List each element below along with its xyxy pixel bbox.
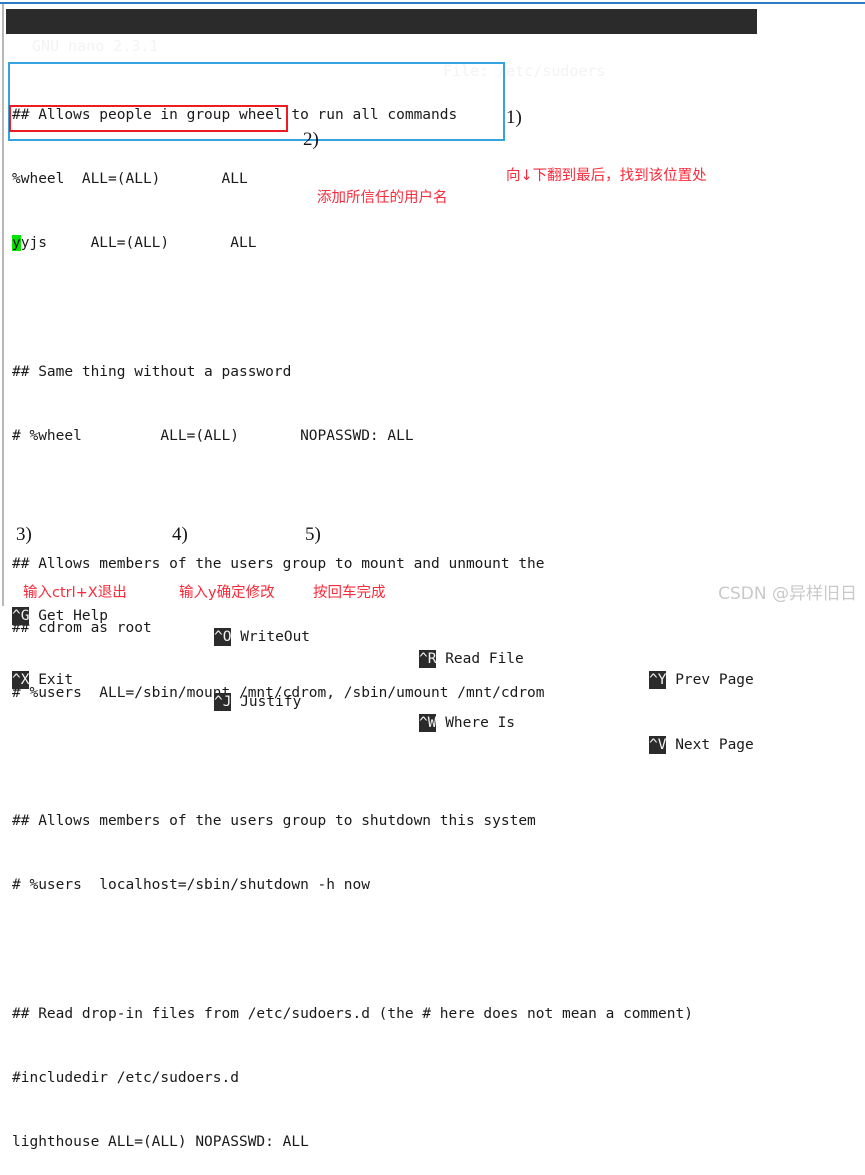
annotation-1-number: 1) [506, 107, 522, 128]
shortcut-writeout[interactable]: ^O WriteOut [214, 627, 310, 649]
nano-help-bar: ^G Get Help ^O WriteOut ^R Read File ^Y … [12, 541, 852, 754]
shortcut-label: Get Help [29, 607, 109, 624]
window-top-rule [0, 2, 865, 4]
shortcut-key: ^G [12, 606, 30, 625]
editor-line: ## Read drop-in files from /etc/sudoers.… [12, 1005, 693, 1022]
shortcut-label: Next Page [666, 736, 754, 753]
shortcut-next-page[interactable]: ^V Next Page [649, 735, 754, 757]
shortcut-label: Where Is [436, 715, 516, 731]
help-bar-row-2: ^X Exit ^J Justify ^W Where Is ^V Next P… [12, 649, 852, 754]
nano-version-label: GNU nano 2.3.1 [32, 37, 159, 55]
shortcut-get-help[interactable]: ^G Get Help [12, 606, 108, 628]
shortcut-label: Exit [29, 672, 74, 688]
editor-line: ## Same thing without a password [12, 363, 292, 380]
shortcut-exit[interactable]: ^X Exit [12, 670, 73, 692]
annotation-2: 2) 添加所信任的用户名 [303, 92, 448, 227]
shortcut-key: ^Y [649, 671, 667, 689]
shortcut-label: WriteOut [231, 629, 311, 645]
shortcut-label: Prev Page [666, 672, 754, 688]
editor-line: #includedir /etc/sudoers.d [12, 1069, 239, 1086]
shortcut-key: ^X [12, 671, 30, 689]
window-left-rule [2, 4, 4, 606]
nano-title-bar: GNU nano 2.3.1 File: /etc/sudoers [6, 9, 757, 80]
annotation-2-number: 2) [303, 129, 319, 150]
shortcut-key: ^J [214, 692, 232, 711]
annotation-1-text: 向↓下翻到最后，找到该位置处 [506, 168, 707, 184]
editor-line: ## Allows members of the users group to … [12, 813, 536, 830]
editor-line: lighthouse ALL=(ALL) NOPASSWD: ALL [12, 1134, 309, 1151]
shortcut-key: ^O [214, 628, 232, 646]
shortcut-prev-page[interactable]: ^Y Prev Page [649, 670, 754, 692]
annotation-2-text: 添加所信任的用户名 [317, 190, 448, 206]
editor-line: # %users localhost=/sbin/shutdown -h now [12, 877, 370, 894]
shortcut-where-is[interactable]: ^W Where Is [419, 713, 515, 735]
shortcut-label: Justify [231, 693, 302, 710]
shortcut-key: ^V [649, 735, 667, 754]
shortcut-justify[interactable]: ^J Justify [214, 692, 301, 714]
editor-line-cursor: yyjs ALL=(ALL) ALL [12, 235, 257, 252]
shortcut-key: ^W [419, 714, 437, 732]
editor-line: # %wheel ALL=(ALL) NOPASSWD: ALL [12, 427, 414, 444]
text-cursor: y [12, 235, 21, 252]
csdn-watermark: CSDN @异样旧日 [718, 584, 857, 604]
annotation-1: 1) 向↓下翻到最后，找到该位置处 [506, 70, 707, 205]
